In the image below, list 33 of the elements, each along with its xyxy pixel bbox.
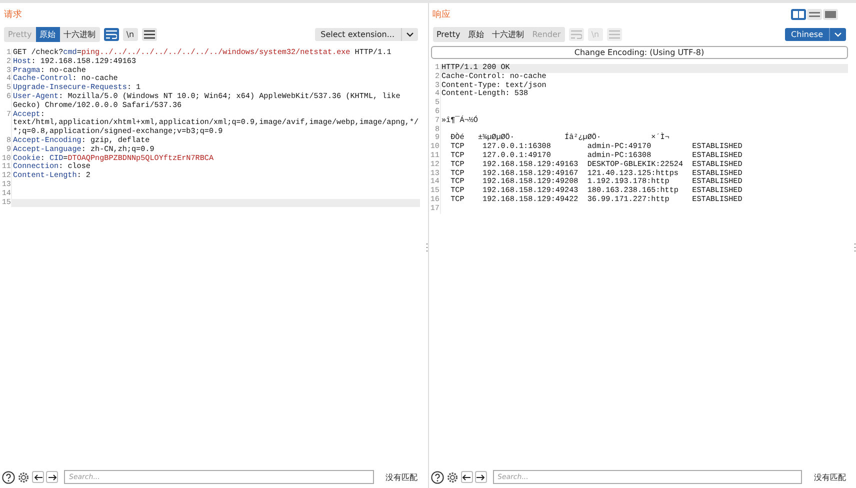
match-status: 没有匹配 bbox=[386, 472, 418, 482]
pane-title: 请求 bbox=[4, 8, 22, 20]
layout-button[interactable] bbox=[807, 8, 822, 20]
menu-icon bbox=[144, 30, 155, 38]
back-button[interactable] bbox=[460, 471, 472, 483]
forward-button[interactable] bbox=[46, 471, 58, 483]
view-tab[interactable]: 原始 bbox=[36, 26, 60, 42]
menu-button[interactable] bbox=[142, 28, 157, 40]
view-tab[interactable]: 十六进制 bbox=[60, 26, 100, 42]
wrap-button[interactable] bbox=[104, 28, 119, 40]
wrap-icon bbox=[570, 30, 582, 38]
match-status: 没有匹配 bbox=[814, 472, 846, 482]
dropdown[interactable]: Chinese bbox=[785, 28, 846, 40]
pane-title: 响应 bbox=[432, 8, 450, 20]
settings-button[interactable] bbox=[446, 470, 458, 484]
back-button[interactable] bbox=[32, 471, 44, 483]
caret-icon bbox=[406, 32, 414, 36]
help-button[interactable] bbox=[430, 470, 444, 484]
settings-button[interactable] bbox=[17, 470, 30, 484]
drag-handle-icon[interactable] bbox=[426, 243, 428, 252]
view-tab[interactable]: 十六进制 bbox=[488, 26, 528, 42]
wrap-icon bbox=[106, 30, 117, 38]
view-tab[interactable]: 原始 bbox=[464, 26, 488, 42]
forward-button[interactable] bbox=[474, 471, 486, 483]
view-tab[interactable]: Pretty bbox=[432, 26, 464, 42]
menu-icon bbox=[608, 30, 620, 38]
help-button[interactable] bbox=[2, 470, 15, 484]
newline-button[interactable]: \n bbox=[122, 28, 138, 40]
caret-icon bbox=[834, 32, 842, 36]
layout-button[interactable] bbox=[791, 8, 806, 20]
encoding-button[interactable]: Change Encoding: (Using UTF-8) bbox=[430, 46, 848, 59]
dropdown[interactable]: Select extension... bbox=[314, 28, 418, 40]
layout-button[interactable] bbox=[823, 8, 838, 20]
